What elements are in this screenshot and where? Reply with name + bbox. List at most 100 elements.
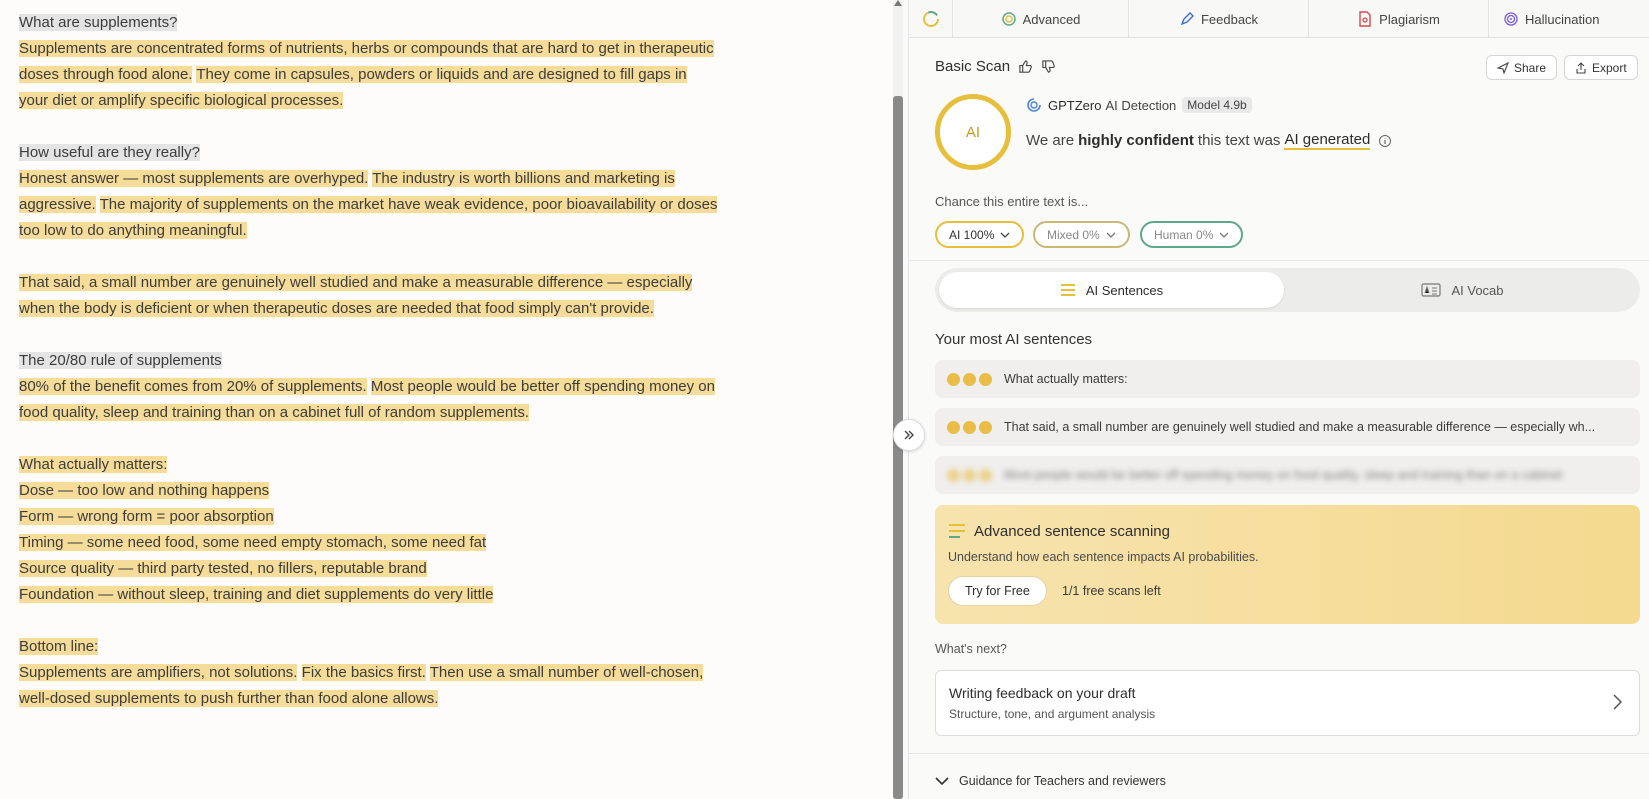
page-title: Basic Scan	[935, 58, 1011, 75]
ai-sentence-item-locked: Most people would be better off spending…	[935, 456, 1640, 494]
paragraph: What are supplements? Supplements are co…	[19, 10, 719, 114]
guidance-toggle[interactable]: Guidance for Teachers and reviewers	[935, 774, 1166, 788]
writing-feedback-card[interactable]: Writing feedback on your draft Structure…	[935, 670, 1640, 736]
highlighted-sentence: The majority of supplements on the marke…	[19, 196, 718, 239]
heading-bottom-line: Bottom line:	[19, 638, 99, 655]
share-button[interactable]: Share	[1486, 55, 1558, 80]
tab-hallucination[interactable]: Hallucination	[1489, 0, 1649, 38]
list-item: Dose — too low and nothing happens	[19, 482, 270, 499]
scan-header: Basic Scan	[935, 58, 1056, 75]
try-for-free-button[interactable]: Try for Free	[948, 576, 1047, 606]
divider	[909, 753, 1649, 754]
pill-human-label: Human 0%	[1154, 227, 1214, 242]
list-item: Source quality — third party tested, no …	[19, 560, 427, 577]
brand-name: GPTZero	[1048, 97, 1102, 113]
conf-bold: highly confident	[1078, 132, 1194, 149]
tab-plagiarism[interactable]: Plagiarism	[1309, 0, 1489, 38]
list-item: Timing — some need food, some need empty…	[19, 534, 487, 551]
pill-ai[interactable]: AI 100%	[935, 221, 1025, 248]
divider	[909, 260, 1649, 261]
heading-what-are-supplements: What are supplements?	[19, 14, 178, 31]
whats-next-label: What's next?	[935, 642, 1007, 656]
ring-label: AI	[965, 123, 981, 141]
chance-label: Chance this entire text is...	[935, 194, 1089, 209]
heading-rule: The 20/80 rule of supplements	[19, 352, 222, 369]
tab-label: Plagiarism	[1379, 11, 1440, 27]
highlighted-sentence: That said, a small number are genuinely …	[19, 274, 693, 317]
probability-dots	[947, 372, 992, 386]
ai-score-ring: AI	[935, 94, 1011, 170]
section-title: Your most AI sentences	[935, 331, 1093, 348]
fingerprint-icon	[1504, 12, 1518, 26]
view-toggle: AI Sentences AI Vocab	[935, 268, 1640, 312]
thumbs-down-icon[interactable]	[1041, 59, 1056, 74]
detection-label: AI Detection	[1105, 97, 1177, 113]
info-icon[interactable]	[1378, 134, 1392, 148]
document-search-icon	[1359, 11, 1371, 27]
pill-mixed[interactable]: Mixed 0%	[1033, 221, 1130, 248]
guidance-label: Guidance for Teachers and reviewers	[959, 774, 1166, 788]
collapse-panel-button[interactable]	[893, 419, 925, 451]
conf-pre: We are	[1026, 132, 1075, 149]
card-header: Advanced sentence scanning	[948, 522, 1170, 540]
chevron-down-icon	[1106, 232, 1116, 238]
tab-label: AI Sentences	[1085, 282, 1164, 298]
advanced-target-icon	[1001, 12, 1016, 26]
pen-icon	[1180, 12, 1194, 26]
text-editor-pane[interactable]: What are supplements? Supplements are co…	[0, 0, 893, 799]
ai-sentence-item[interactable]: What actually matters:	[935, 360, 1640, 398]
paragraph: The 20/80 rule of supplements 80% of the…	[19, 348, 719, 426]
chevron-down-icon	[1000, 232, 1010, 238]
chevron-right-icon	[1613, 694, 1623, 710]
tab-label: Hallucination	[1525, 11, 1600, 27]
tab-feedback[interactable]: Feedback	[1129, 0, 1309, 38]
sentence-text: That said, a small number are genuinely …	[1004, 420, 1596, 434]
card-subtitle: Understand how each sentence impacts AI …	[948, 550, 1259, 564]
conf-mid: this text was	[1197, 132, 1281, 149]
double-chevron-right-icon	[904, 430, 914, 440]
highlighted-sentence: Fix the basics first.	[301, 664, 426, 681]
list-item: Form — wrong form = poor absorption	[19, 508, 274, 525]
list-item: Foundation — without sleep, training and…	[19, 586, 494, 603]
advanced-scanning-card: Advanced sentence scanning Understand ho…	[935, 505, 1640, 624]
vocab-card-icon	[1421, 283, 1442, 297]
confidence-statement: We are highly confident this text was AI…	[1026, 131, 1392, 150]
card-title: Advanced sentence scanning	[974, 522, 1170, 540]
export-button[interactable]: Export	[1564, 55, 1638, 80]
tab-ai-sentences[interactable]: AI Sentences	[939, 272, 1284, 308]
pill-ai-label: AI 100%	[949, 227, 995, 242]
ai-sentence-item[interactable]: That said, a small number are genuinely …	[935, 408, 1640, 446]
send-icon	[1497, 61, 1509, 74]
scroll-up-arrow-icon[interactable]	[894, 0, 902, 6]
conf-result: AI generated	[1284, 131, 1371, 150]
probability-dots	[947, 468, 992, 482]
probability-dots	[947, 420, 992, 434]
editor-content[interactable]: What are supplements? Supplements are co…	[19, 10, 719, 738]
upload-icon	[1576, 61, 1586, 74]
share-label: Share	[1514, 60, 1547, 75]
lines-icon	[1060, 284, 1075, 296]
heading-what-matters: What actually matters:	[19, 456, 168, 473]
sentence-text: What actually matters:	[1004, 372, 1128, 386]
paragraph: How useful are they really? Honest answe…	[19, 140, 719, 244]
gptzero-logo-icon	[922, 11, 939, 27]
highlighted-sentence: Honest answer — most supplements are ove…	[19, 170, 369, 187]
tab-home[interactable]	[909, 0, 953, 38]
editor-scrollbar[interactable]	[893, 0, 903, 799]
export-label: Export	[1592, 60, 1627, 75]
detector-line: GPTZero AI Detection Model 4.9b	[1026, 97, 1252, 113]
heading-how-useful: How useful are they really?	[19, 144, 200, 161]
model-badge: Model 4.9b	[1182, 97, 1252, 113]
paragraph: That said, a small number are genuinely …	[19, 270, 719, 322]
tab-ai-vocab[interactable]: AI Vocab	[1290, 272, 1635, 308]
tab-label: Feedback	[1200, 11, 1259, 27]
paragraph: What actually matters: Dose — too low an…	[19, 452, 719, 608]
sentence-text: Most people would be better off spending…	[1004, 468, 1563, 482]
pill-human[interactable]: Human 0%	[1140, 221, 1244, 248]
thumbs-up-icon[interactable]	[1018, 59, 1033, 74]
card-subtitle: Structure, tone, and argument analysis	[949, 707, 1156, 721]
lines-icon	[949, 524, 965, 538]
tab-label: AI Vocab	[1451, 282, 1504, 298]
tool-tabs: Advanced Feedback Plagiarism Hallucinati…	[909, 0, 1649, 38]
tab-advanced[interactable]: Advanced	[953, 0, 1129, 38]
